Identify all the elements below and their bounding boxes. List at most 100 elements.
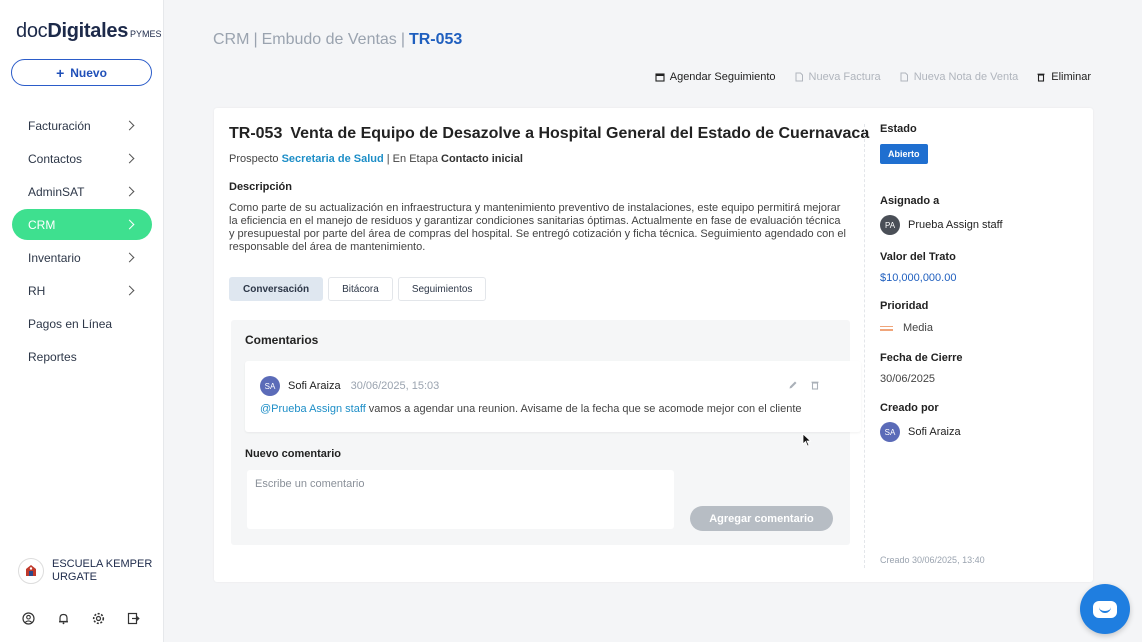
brand-logo[interactable]: doc Digitales PYMES [16, 20, 162, 43]
sidebar-item-rh[interactable]: RH [12, 275, 152, 306]
tab-conversacion[interactable]: Conversación [229, 277, 324, 301]
new-sale-note-button[interactable]: Nueva Nota de Venta [899, 71, 1018, 83]
creator-name: Sofi Araiza [908, 426, 961, 438]
creator: SA Sofi Araiza [880, 422, 961, 442]
close-date-value[interactable]: 30/06/2025 [880, 373, 935, 385]
user-circle-icon[interactable] [22, 612, 35, 625]
company-logo [18, 558, 44, 584]
chat-support-button[interactable] [1080, 584, 1130, 634]
tab-bitacora[interactable]: Bitácora [328, 277, 393, 301]
sidebar-item-label: Reportes [28, 349, 77, 364]
assignee-name: Prueba Assign staff [908, 219, 1003, 231]
comment-header: SA Sofi Araiza 30/06/2025, 15:03 [260, 376, 439, 396]
created-timestamp: Creado 30/06/2025, 13:40 [880, 555, 985, 565]
add-comment-button[interactable]: Agregar comentario [690, 506, 833, 531]
breadcrumb: CRM | Embudo de Ventas | TR-053 [213, 31, 463, 48]
created-by-label: Creado por [880, 402, 939, 414]
chat-icon [1093, 600, 1117, 618]
stage-value: Contacto inicial [441, 153, 523, 165]
priority-text: Media [903, 322, 933, 334]
avatar: SA [260, 376, 280, 396]
comment-author: Sofi Araiza [288, 380, 341, 392]
avatar: SA [880, 422, 900, 442]
breadcrumb-crm[interactable]: CRM [213, 31, 249, 48]
prospect-label: Prospecto [229, 153, 279, 165]
sidebar-footer-icons [22, 612, 140, 625]
deal-value: $10,000,000.00 [880, 272, 957, 284]
sidebar-item-facturacion[interactable]: Facturación [12, 110, 152, 141]
company-name-line1: ESCUELA KEMPER [52, 558, 153, 570]
new-invoice-button[interactable]: Nueva Factura [794, 71, 881, 83]
company-name-line2: URGATE [52, 571, 98, 583]
comment-tools [788, 380, 820, 390]
calendar-icon [655, 73, 665, 82]
new-button[interactable]: + Nuevo [11, 59, 152, 86]
bell-icon[interactable] [57, 612, 70, 625]
close-date-label: Fecha de Cierre [880, 352, 963, 364]
gear-icon[interactable] [92, 612, 105, 625]
trash-icon[interactable] [810, 380, 820, 390]
breadcrumb-funnel[interactable]: Embudo de Ventas [262, 31, 397, 48]
schedule-followup-button[interactable]: Agendar Seguimiento [655, 71, 776, 83]
priority-value[interactable]: Media [880, 322, 933, 334]
sidebar-item-reportes[interactable]: Reportes [12, 341, 152, 372]
stage-label: | En Etapa [386, 153, 438, 165]
chevron-right-icon [124, 186, 135, 197]
schedule-followup-label: Agendar Seguimiento [669, 71, 776, 83]
deal-card: TR-053 Venta de Equipo de Desazolve a Hos… [214, 108, 1093, 582]
delete-button[interactable]: Eliminar [1036, 71, 1091, 83]
sidebar-item-label: Facturación [28, 118, 91, 133]
chevron-right-icon [124, 153, 135, 164]
sidebar-item-label: Inventario [28, 250, 81, 265]
assigned-label: Asignado a [880, 195, 940, 207]
chevron-right-icon [124, 252, 135, 263]
action-bar: Agendar Seguimiento Nueva Factura Nueva … [655, 71, 1091, 83]
sidebar-item-contactos[interactable]: Contactos [12, 143, 152, 174]
sidebar: doc Digitales PYMES + Nuevo Facturación Co… [0, 0, 164, 642]
sidebar-item-label: AdminSAT [28, 184, 85, 199]
sidebar-item-label: RH [28, 283, 46, 298]
priority-label: Prioridad [880, 300, 929, 312]
trash-icon [1037, 73, 1045, 82]
sidebar-item-pagos-en-linea[interactable]: Pagos en Línea [12, 308, 152, 339]
comment-card: SA Sofi Araiza 30/06/2025, 15:03 @Prueba… [245, 361, 861, 432]
status-badge[interactable]: Abierto [880, 144, 928, 164]
company-name: ESCUELA KEMPER URGATE [52, 558, 152, 584]
new-comment-input[interactable] [247, 470, 674, 529]
sidebar-item-label: CRM [28, 217, 56, 232]
tab-bar: Conversación Bitácora Seguimientos [229, 277, 487, 301]
sidebar-item-adminsat[interactable]: AdminSAT [12, 176, 152, 207]
comment-body: @Prueba Assign staff vamos a agendar una… [260, 403, 802, 415]
chevron-right-icon [124, 285, 135, 296]
priority-medium-icon [880, 325, 893, 331]
new-comment-label: Nuevo comentario [245, 448, 341, 460]
plus-icon: + [56, 64, 65, 81]
logo-pymes: PYMES [130, 29, 162, 39]
new-invoice-label: Nueva Factura [808, 71, 881, 83]
description-text: Como parte de su actualización en infrae… [229, 202, 846, 253]
assignee[interactable]: PA Prueba Assign staff [880, 215, 1003, 235]
sidebar-nav: Facturación Contactos AdminSAT CRM Inven… [12, 110, 152, 374]
comments-heading: Comentarios [245, 333, 319, 347]
sidebar-item-inventario[interactable]: Inventario [12, 242, 152, 273]
description-label: Descripción [229, 181, 292, 193]
chevron-right-icon [124, 120, 135, 131]
deal-name: Venta de Equipo de Desazolve a Hospital … [290, 125, 870, 142]
logout-icon[interactable] [127, 612, 140, 625]
deal-code: TR-053 [229, 125, 283, 142]
comment-mention[interactable]: @Prueba Assign staff [260, 403, 366, 415]
deal-prospect-line: Prospecto Secretaria de Salud | En Etapa… [229, 153, 523, 165]
new-button-label: Nuevo [70, 65, 107, 80]
breadcrumb-current: TR-053 [408, 31, 463, 48]
deal-title: TR-053 Venta de Equipo de Desazolve a Hos… [229, 125, 869, 143]
document-icon [795, 72, 803, 82]
panel-divider [864, 124, 865, 568]
tab-seguimientos[interactable]: Seguimientos [397, 277, 487, 301]
company-switcher[interactable]: ESCUELA KEMPER URGATE [18, 558, 152, 584]
edit-icon[interactable] [788, 380, 798, 390]
delete-label: Eliminar [1051, 71, 1091, 83]
mouse-cursor-icon [802, 433, 812, 447]
prospect-link[interactable]: Secretaria de Salud [282, 153, 384, 165]
sidebar-item-crm[interactable]: CRM [12, 209, 152, 240]
conversation-panel: Comentarios SA Sofi Araiza 30/06/2025, 1… [231, 320, 861, 545]
